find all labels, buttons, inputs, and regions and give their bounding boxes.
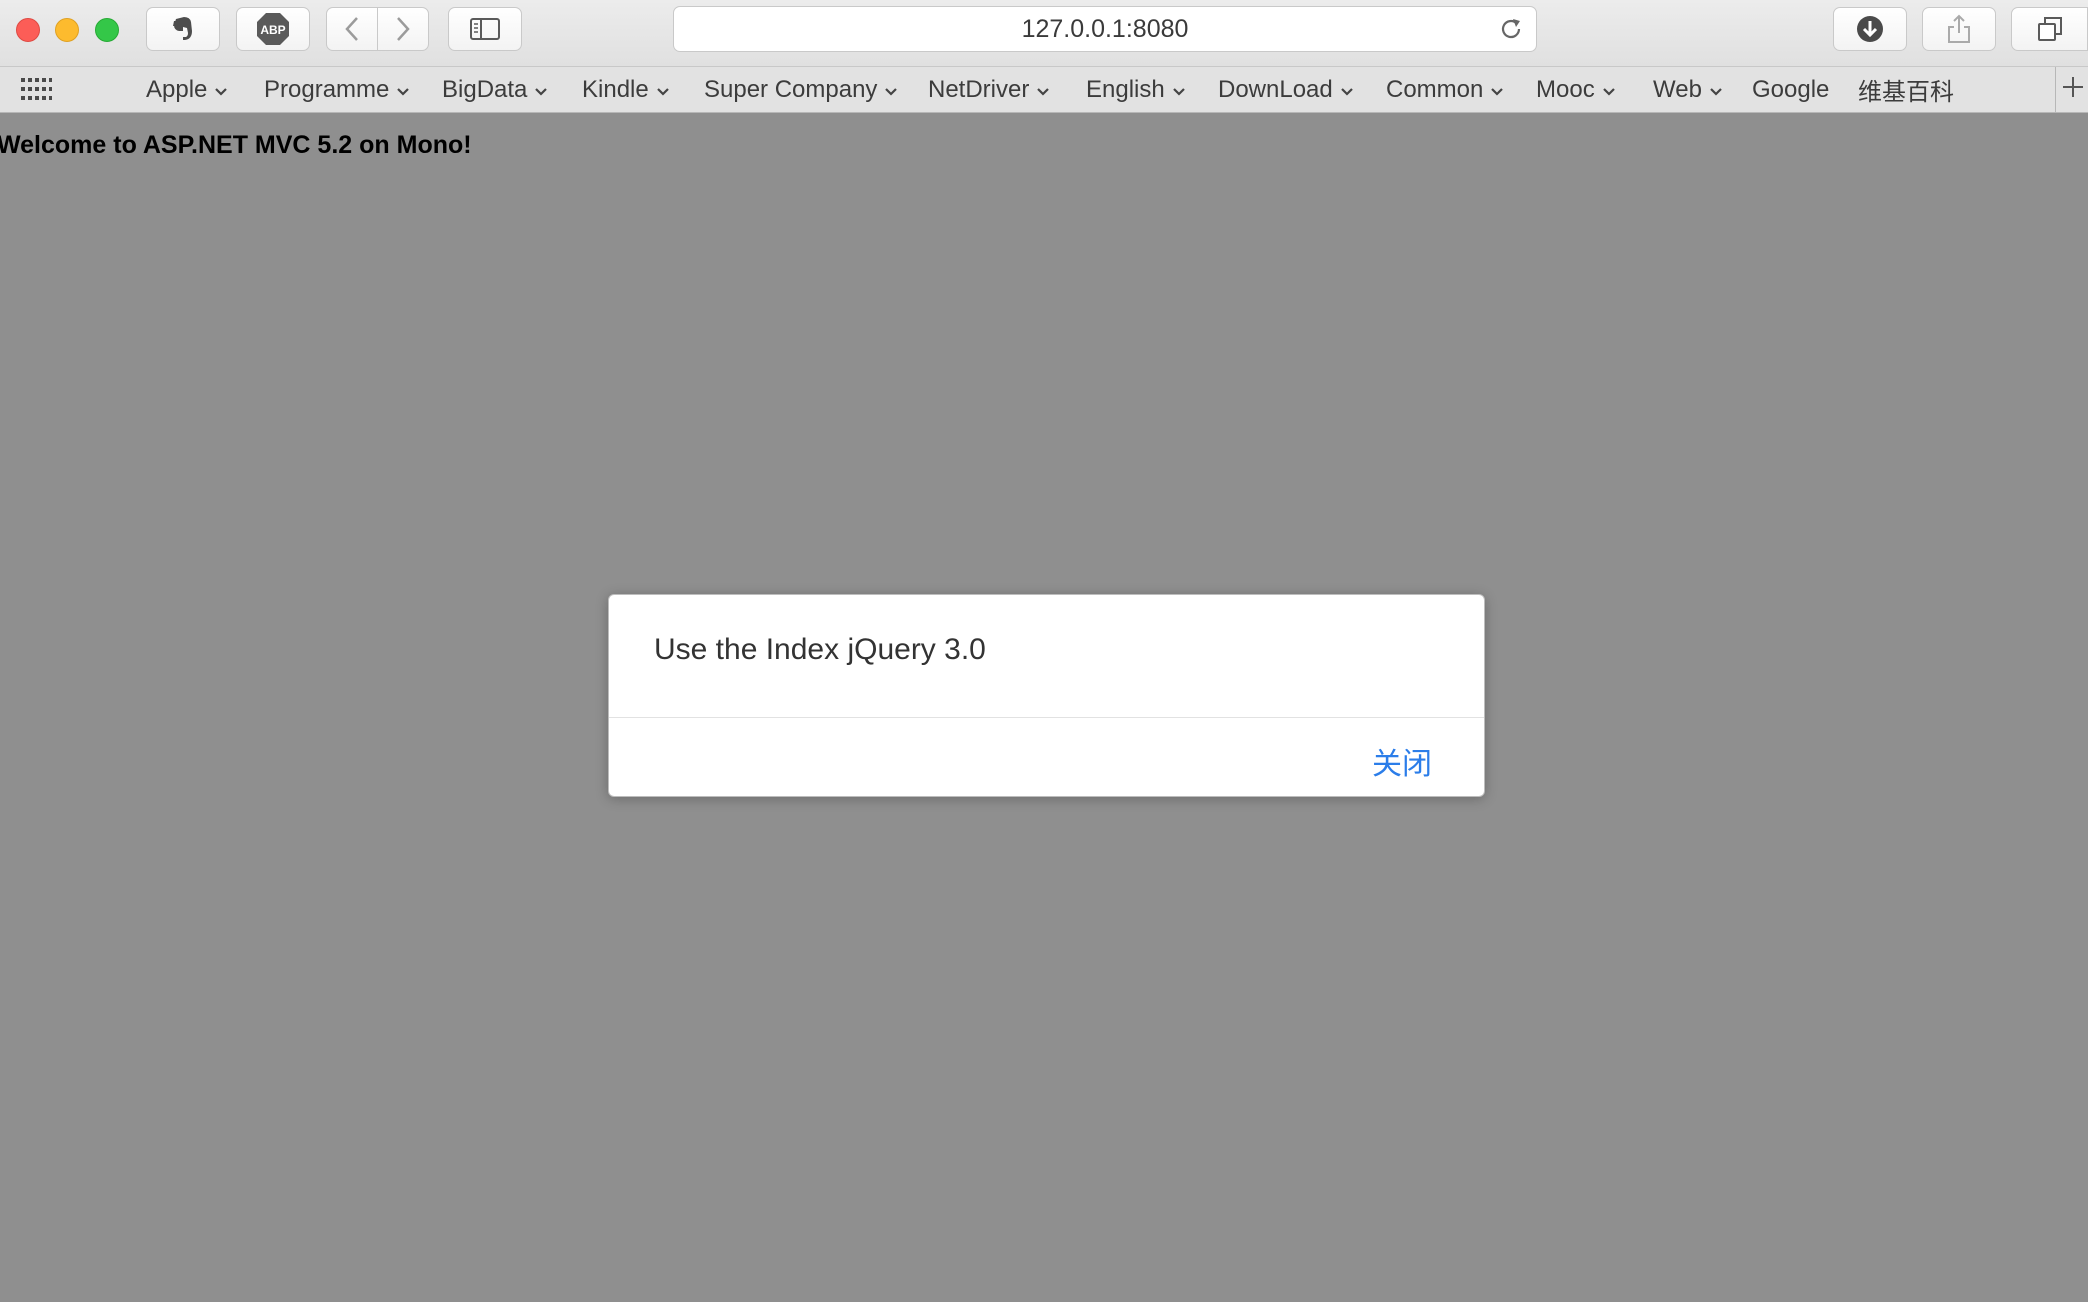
bookmark-google[interactable]: Google bbox=[1752, 67, 1829, 112]
bookmark-folder-super-company[interactable]: Super Company bbox=[704, 67, 898, 112]
bookmark-folder-programme[interactable]: Programme bbox=[264, 67, 410, 112]
forward-button[interactable] bbox=[377, 7, 429, 51]
chevron-down-icon bbox=[884, 76, 898, 104]
chevron-down-icon bbox=[1340, 76, 1354, 104]
chevron-down-icon bbox=[1490, 76, 1504, 104]
bookmark-folder-web[interactable]: Web bbox=[1653, 67, 1723, 112]
plus-icon bbox=[2062, 76, 2084, 103]
svg-text:ABP: ABP bbox=[260, 23, 285, 37]
back-button[interactable] bbox=[326, 7, 378, 51]
bookmark-label: Super Company bbox=[704, 75, 878, 103]
bookmark-label: Kindle bbox=[582, 75, 649, 103]
bookmark-label: Mooc bbox=[1536, 75, 1595, 103]
close-window-button[interactable] bbox=[16, 18, 40, 42]
bookmark-label: Programme bbox=[264, 75, 390, 103]
bookmark-folder-netdriver[interactable]: NetDriver bbox=[928, 67, 1050, 112]
chevron-left-icon bbox=[344, 16, 360, 42]
chevron-down-icon bbox=[396, 76, 410, 104]
chevron-down-icon bbox=[1709, 76, 1723, 104]
bookmark-label: NetDriver bbox=[928, 75, 1030, 103]
bookmark-label: Apple bbox=[146, 75, 208, 103]
bookmark-label: DownLoad bbox=[1218, 75, 1333, 103]
reload-icon[interactable] bbox=[1498, 16, 1524, 47]
maximize-window-button[interactable] bbox=[95, 18, 119, 42]
bookmark-folder-common[interactable]: Common bbox=[1386, 67, 1504, 112]
url-text: 127.0.0.1:8080 bbox=[1021, 14, 1189, 43]
apps-grid-icon[interactable] bbox=[20, 76, 52, 107]
sidebar-icon bbox=[470, 18, 500, 40]
bookmarks-bar: Apple Programme BigData Kindle Super Com… bbox=[0, 67, 2088, 113]
evernote-extension-button[interactable] bbox=[146, 7, 220, 51]
dialog-message: Use the Index jQuery 3.0 bbox=[654, 633, 986, 666]
share-icon bbox=[1947, 14, 1971, 44]
bookmark-folder-apple[interactable]: Apple bbox=[146, 67, 228, 112]
abp-icon: ABP bbox=[256, 12, 290, 46]
dialog-divider bbox=[609, 717, 1484, 718]
bookmark-label: Web bbox=[1653, 75, 1702, 103]
address-bar[interactable]: 127.0.0.1:8080 bbox=[673, 6, 1537, 52]
chevron-down-icon bbox=[1602, 76, 1616, 104]
bookmark-folder-english[interactable]: English bbox=[1086, 67, 1186, 112]
chevron-right-icon bbox=[395, 16, 411, 42]
bookmark-folder-download[interactable]: DownLoad bbox=[1218, 67, 1354, 112]
bookmark-label: English bbox=[1086, 75, 1165, 103]
bookmark-label: BigData bbox=[442, 75, 528, 103]
alert-dialog: Use the Index jQuery 3.0 关闭 bbox=[608, 594, 1485, 797]
bookmark-label: 维基百科 bbox=[1858, 78, 1954, 106]
chevron-down-icon bbox=[214, 76, 228, 104]
share-button[interactable] bbox=[1922, 7, 1996, 51]
bookmark-label: Google bbox=[1752, 75, 1830, 103]
minimize-window-button[interactable] bbox=[55, 18, 79, 42]
browser-window: ABP 127.0.0.1:8080 Apple Programme BigDa… bbox=[0, 0, 2088, 1302]
elephant-icon bbox=[170, 15, 196, 43]
bookmark-folder-mooc[interactable]: Mooc bbox=[1536, 67, 1616, 112]
sidebar-toggle-button[interactable] bbox=[448, 7, 522, 51]
bookmark-folder-kindle[interactable]: Kindle bbox=[582, 67, 670, 112]
chevron-down-icon bbox=[656, 76, 670, 104]
downloads-button[interactable] bbox=[1833, 7, 1907, 51]
bookmark-folder-bigdata[interactable]: BigData bbox=[442, 67, 548, 112]
new-tab-button[interactable] bbox=[2055, 67, 2088, 112]
bookmark-wikipedia[interactable]: 维基百科 bbox=[1858, 67, 1954, 112]
chevron-down-icon bbox=[1172, 76, 1186, 104]
adblock-plus-button[interactable]: ABP bbox=[236, 7, 310, 51]
tab-overview-button[interactable] bbox=[2011, 7, 2088, 51]
dialog-close-button[interactable]: 关闭 bbox=[1372, 739, 1432, 783]
download-icon bbox=[1856, 15, 1884, 43]
chevron-down-icon bbox=[534, 76, 548, 104]
chevron-down-icon bbox=[1036, 76, 1050, 104]
bookmark-label: Common bbox=[1386, 75, 1484, 103]
tabs-overview-icon bbox=[2037, 16, 2063, 42]
browser-toolbar: ABP 127.0.0.1:8080 bbox=[0, 0, 2088, 67]
